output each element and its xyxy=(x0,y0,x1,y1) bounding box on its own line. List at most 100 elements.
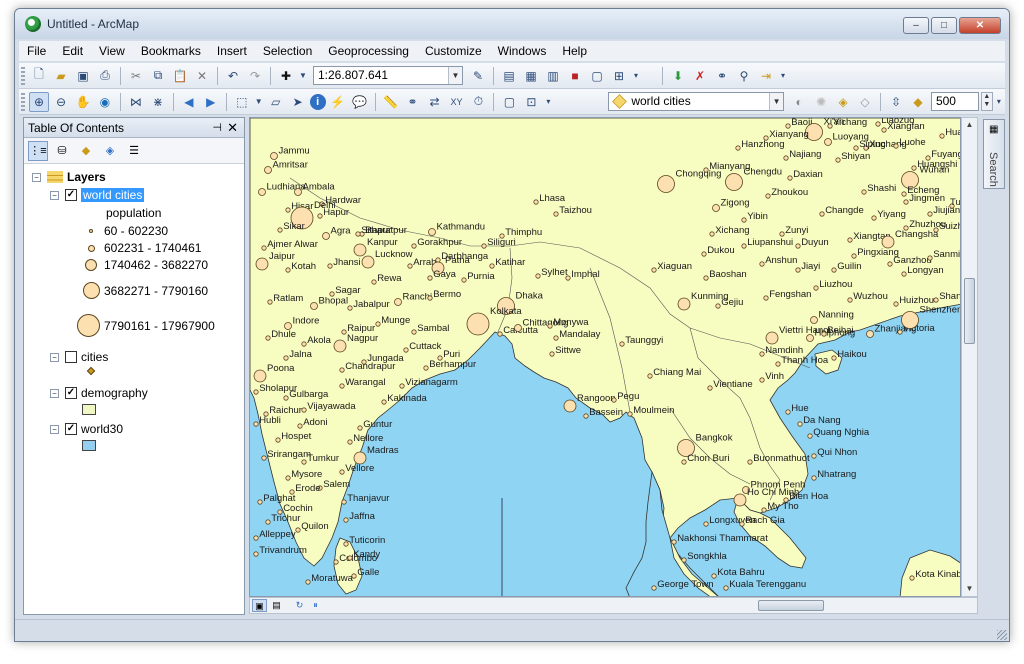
minimize-button[interactable]: – xyxy=(903,17,929,34)
list-by-selection-icon[interactable]: ◈ xyxy=(100,141,120,161)
add-data-dropdown-icon[interactable]: ▼ xyxy=(298,66,308,86)
menu-view[interactable]: View xyxy=(91,44,133,58)
city-point[interactable] xyxy=(533,199,539,205)
spinner-icon[interactable]: ▲ ▼ xyxy=(980,92,993,111)
city-point[interactable] xyxy=(611,397,617,403)
city-point[interactable] xyxy=(549,351,555,357)
toolbar-options-icon[interactable]: ▾ xyxy=(543,92,553,112)
city-point[interactable] xyxy=(285,207,291,213)
layer-name[interactable]: world cities xyxy=(81,188,145,202)
city-point[interactable] xyxy=(741,243,747,249)
city-point[interactable] xyxy=(553,335,559,341)
city-point[interactable] xyxy=(785,409,791,415)
city-point[interactable] xyxy=(253,551,259,557)
city-point[interactable] xyxy=(847,237,853,243)
city-point[interactable] xyxy=(701,251,707,257)
open-folder-icon[interactable]: ▰ xyxy=(51,66,71,86)
redo-icon[interactable]: ↷ xyxy=(245,66,265,86)
city-point[interactable] xyxy=(875,121,881,127)
city-point[interactable] xyxy=(270,152,278,160)
city-point[interactable] xyxy=(866,330,874,338)
city-point[interactable] xyxy=(553,211,559,217)
city-point[interactable] xyxy=(375,321,381,327)
city-point[interactable] xyxy=(747,459,753,465)
city-point[interactable] xyxy=(851,253,857,259)
city-point[interactable] xyxy=(371,279,377,285)
close-icon[interactable]: ✕ xyxy=(227,118,238,138)
layers-root[interactable]: − Layers xyxy=(32,168,106,186)
city-point[interactable] xyxy=(339,469,345,475)
city-point[interactable] xyxy=(651,267,657,273)
scroll-up-icon[interactable]: ▲ xyxy=(962,118,977,132)
new-document-icon[interactable]: 🗋 xyxy=(29,66,49,86)
collapse-icon[interactable]: − xyxy=(50,424,59,434)
city-point[interactable] xyxy=(657,175,675,193)
search-window-icon[interactable]: ▥ xyxy=(543,66,563,86)
undo-icon[interactable]: ↶ xyxy=(223,66,243,86)
city-point[interactable] xyxy=(333,559,339,565)
paste-icon[interactable]: 📋 xyxy=(170,66,190,86)
pin-icon[interactable]: ⚲ xyxy=(734,66,754,86)
city-point[interactable] xyxy=(253,389,259,395)
delete-icon[interactable]: ✕ xyxy=(192,66,212,86)
collapse-icon[interactable]: − xyxy=(50,388,59,398)
layer-visibility-checkbox[interactable]: ✓ xyxy=(65,423,77,435)
city-point[interactable] xyxy=(821,331,827,337)
html-popup-icon[interactable]: 💬 xyxy=(350,92,370,112)
menu-geoprocessing[interactable]: Geoprocessing xyxy=(320,44,417,58)
city-point[interactable] xyxy=(353,243,367,257)
city-point[interactable] xyxy=(703,521,709,527)
city-point[interactable] xyxy=(759,261,765,267)
layer-visibility-checkbox[interactable]: ✓ xyxy=(65,387,77,399)
list-by-source-icon[interactable]: ⛁ xyxy=(52,141,72,161)
city-point[interactable] xyxy=(763,295,769,301)
city-point[interactable] xyxy=(283,395,289,401)
city-point[interactable] xyxy=(711,573,717,579)
layer-name[interactable]: cities xyxy=(81,350,108,364)
city-point[interactable] xyxy=(723,585,729,591)
city-point[interactable] xyxy=(427,295,433,301)
select-features-icon[interactable]: ⬚ xyxy=(232,92,252,112)
add-data-icon[interactable]: ✚ xyxy=(276,66,296,86)
toolbar-grip[interactable] xyxy=(21,92,25,111)
city-point[interactable] xyxy=(295,527,301,533)
city-point[interactable] xyxy=(253,369,267,383)
city-point[interactable] xyxy=(933,227,939,233)
city-point[interactable] xyxy=(871,215,877,221)
go-to-xy-icon[interactable]: XY xyxy=(446,92,466,112)
city-point[interactable] xyxy=(861,189,867,195)
list-by-visibility-icon[interactable]: ◆ xyxy=(76,141,96,161)
zoom-in-icon[interactable]: ⊕ xyxy=(29,91,49,112)
city-point[interactable] xyxy=(301,459,307,465)
map-display[interactable]: Jammu Amritsar Ludhiana Ambala Hardwar Hisar H… xyxy=(249,117,961,597)
city-point[interactable] xyxy=(901,311,919,329)
copy-icon[interactable]: ⧉ xyxy=(148,66,168,86)
list-by-drawing-order-icon[interactable]: ⋮≡ xyxy=(28,140,48,161)
menu-help[interactable]: Help xyxy=(554,44,595,58)
city-point[interactable] xyxy=(339,383,345,389)
city-point[interactable] xyxy=(703,275,709,281)
clear-icon[interactable]: ✗ xyxy=(690,66,710,86)
city-point[interactable] xyxy=(535,273,541,279)
chevron-down-icon[interactable]: ▼ xyxy=(448,67,462,84)
menu-edit[interactable]: Edit xyxy=(54,44,91,58)
toolbar-options-icon[interactable]: ▾ xyxy=(778,66,788,86)
city-point[interactable] xyxy=(939,133,945,139)
city-point[interactable] xyxy=(301,407,307,413)
city-point[interactable] xyxy=(765,331,779,345)
full-extent-icon[interactable]: ◉ xyxy=(95,92,115,112)
city-point[interactable] xyxy=(819,211,825,217)
city-point[interactable] xyxy=(403,347,409,353)
city-point[interactable] xyxy=(257,499,263,505)
city-point[interactable] xyxy=(739,521,745,527)
contrast-icon[interactable]: ◐ xyxy=(789,92,809,112)
collapse-icon[interactable]: − xyxy=(32,172,41,182)
city-point[interactable] xyxy=(339,367,345,373)
select-dropdown-icon[interactable]: ▼ xyxy=(254,92,264,112)
city-point[interactable] xyxy=(703,167,709,173)
city-point[interactable] xyxy=(341,329,347,335)
city-point[interactable] xyxy=(733,493,747,507)
city-point[interactable] xyxy=(341,499,347,505)
layer-visibility-checkbox[interactable]: ✓ xyxy=(65,189,77,201)
city-point[interactable] xyxy=(285,267,291,273)
